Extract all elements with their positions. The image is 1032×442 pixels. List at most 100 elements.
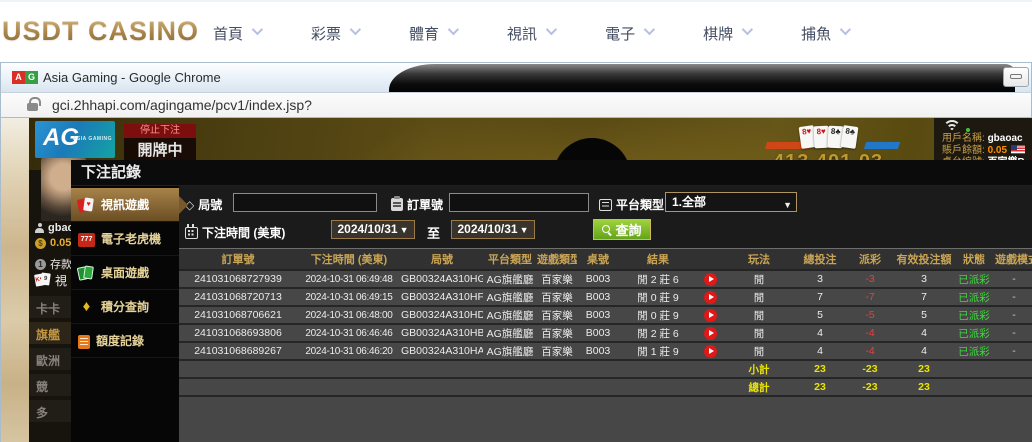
bet-time-label: 下注時間 (美東) xyxy=(185,224,285,241)
menu-item-live-games[interactable]: ♥ 視訊遊戲 xyxy=(71,188,179,222)
bet-table-wrap: 訂單號 下注時間 (美東) 局號 平台類型 遊戲類型 桌號 結果 xyxy=(179,248,1032,442)
nav-item-fishing[interactable]: 捕魚 xyxy=(801,23,848,44)
lobby-item[interactable]: 多 xyxy=(29,400,71,426)
menu-item-points[interactable]: ♦ 積分查詢 xyxy=(71,290,179,324)
person-icon xyxy=(35,223,44,233)
play-icon xyxy=(709,348,714,354)
dealt-cards: 8♥ 8♥ 8♣ 8♣ xyxy=(801,126,857,148)
replay-button[interactable] xyxy=(704,291,717,304)
dropdown-arrow-icon: ▼ xyxy=(520,225,529,235)
table-header-row: 訂單號 下注時間 (美東) 局號 平台類型 遊戲類型 桌號 結果 xyxy=(179,249,1032,270)
menu-item-table-games[interactable]: 桌面遊戲 xyxy=(71,256,179,290)
play-icon xyxy=(709,276,714,282)
replay-button[interactable] xyxy=(704,309,717,322)
lobby-item[interactable]: 卡卡 xyxy=(29,296,71,322)
site-menu: 首頁 彩票 體育 視訊 電子 棋牌 捕魚 xyxy=(213,2,848,64)
table-row: 241031068706621 2024-10-31 06:48:00 GB00… xyxy=(179,306,1032,324)
to-label: 至 xyxy=(427,223,440,242)
wifi-icon xyxy=(942,120,962,132)
bet-record-panel: 下注記錄 ♥ 視訊遊戲 777 電子老虎機 xyxy=(71,160,1032,442)
order-input[interactable] xyxy=(449,193,589,212)
game-status-banner: 停止下注 開牌中 xyxy=(124,124,196,163)
lobby-item[interactable]: 競 xyxy=(29,374,71,400)
search-button[interactable]: 查詢 xyxy=(593,219,651,240)
balance-line: 賬戶餘額: 0.05 xyxy=(942,145,1032,157)
deposit-icon: 1 xyxy=(35,259,46,270)
chevron-down-icon xyxy=(546,24,557,35)
lobby-item[interactable]: 歐洲 xyxy=(29,348,71,374)
table-row: 241031068689267 2024-10-31 06:46:20 GB00… xyxy=(179,342,1032,360)
calendar-icon xyxy=(185,227,198,239)
address-bar[interactable]: gci.2hhapi.com/agingame/pcv1/index.jsp? xyxy=(0,92,1032,118)
chevron-down-icon xyxy=(448,24,459,35)
site-logo: USDT CASINO xyxy=(2,16,199,47)
table-row: 241031068720713 2024-10-31 06:49:15 GB00… xyxy=(179,288,1032,306)
status-badge: 已派彩 xyxy=(953,324,995,342)
platform-select[interactable]: 1.全部▼ xyxy=(665,192,797,212)
search-icon xyxy=(602,225,612,235)
nav-item-live[interactable]: 視訊 xyxy=(507,23,554,44)
menu-item-quota-record[interactable]: 額度記錄 xyxy=(71,324,179,358)
document-icon xyxy=(78,335,90,349)
ag-favicon-icon: A G xyxy=(12,71,38,84)
money-icon: $ xyxy=(35,238,46,249)
ag-logo: AGASIA GAMING xyxy=(35,121,115,158)
playing-card: 8♣ xyxy=(841,125,859,149)
screen: USDT CASINO 首頁 彩票 體育 視訊 電子 棋牌 捕魚 A G Asi… xyxy=(0,0,1032,442)
site-top-nav: USDT CASINO 首頁 彩票 體育 視訊 電子 棋牌 捕魚 xyxy=(0,0,1032,62)
date-to-picker[interactable]: 2024/10/31▼ xyxy=(451,220,535,239)
player-name: gbao xyxy=(35,222,74,234)
table-row: 241031068693806 2024-10-31 06:46:46 GB00… xyxy=(179,324,1032,342)
browser-window: A G Asia Gaming - Google Chrome gci.2hha… xyxy=(0,62,1032,442)
chevron-down-icon xyxy=(644,24,655,35)
panel-title: 下注記錄 xyxy=(71,160,1032,186)
menu-item-slots[interactable]: 777 電子老虎機 xyxy=(71,222,179,256)
url-text[interactable]: gci.2hhapi.com/agingame/pcv1/index.jsp? xyxy=(52,97,312,113)
nav-item-sports[interactable]: 體育 xyxy=(409,23,456,44)
minimize-button[interactable] xyxy=(1003,67,1029,87)
status-badge: 已派彩 xyxy=(953,288,995,306)
status-badge: 已派彩 xyxy=(953,270,995,288)
round-input[interactable] xyxy=(233,193,377,212)
platform-label: 平台類型 xyxy=(599,196,664,213)
replay-button[interactable] xyxy=(704,327,717,340)
nav-item-slots[interactable]: 電子 xyxy=(605,23,652,44)
play-icon xyxy=(709,330,714,336)
play-icon xyxy=(709,312,714,318)
diamond-icon: ♦ xyxy=(78,299,95,315)
us-flag-icon xyxy=(1011,145,1025,154)
total-row: 總計 23 -23 23 xyxy=(179,378,1032,396)
replay-button[interactable] xyxy=(704,273,717,286)
clipboard-icon xyxy=(391,198,403,211)
player-balance: $0.05 xyxy=(35,237,71,249)
dropdown-arrow-icon: ▼ xyxy=(400,225,409,235)
panel-content: ◇局號 訂單號 平台類型 1.全部▼ 下注時間 (美東) 2024/10/31▼… xyxy=(179,186,1032,442)
lock-icon xyxy=(27,103,38,111)
date-from-picker[interactable]: 2024/10/31▼ xyxy=(331,220,415,239)
replay-button[interactable] xyxy=(704,345,717,358)
minimize-icon xyxy=(1010,74,1022,79)
chevron-down-icon xyxy=(252,24,263,35)
player-bar xyxy=(864,142,900,149)
filter-bar: ◇局號 訂單號 平台類型 1.全部▼ 下注時間 (美東) 2024/10/31▼… xyxy=(179,186,1032,248)
video-tab[interactable]: K♥9視 xyxy=(35,272,67,289)
deposit-link[interactable]: 1存款 xyxy=(35,256,72,272)
table-row: 241031068727939 2024-10-31 06:49:48 GB00… xyxy=(179,270,1032,288)
status-badge: 已派彩 xyxy=(953,306,995,324)
bet-table: 訂單號 下注時間 (美東) 局號 平台類型 遊戲類型 桌號 結果 xyxy=(179,249,1032,397)
nav-item-boardgames[interactable]: 棋牌 xyxy=(703,23,750,44)
round-label: ◇局號 xyxy=(185,196,222,213)
chevron-down-icon xyxy=(840,24,851,35)
chevron-down-icon xyxy=(350,24,361,35)
nav-item-lottery[interactable]: 彩票 xyxy=(311,23,358,44)
titlebar-dark-overlay xyxy=(389,64,1015,92)
status-badge: 已派彩 xyxy=(953,342,995,360)
cards-icon: ♥ xyxy=(78,197,95,213)
nav-item-home[interactable]: 首頁 xyxy=(213,23,260,44)
order-label: 訂單號 xyxy=(391,196,443,213)
chevron-down-icon xyxy=(742,24,753,35)
lobby-item-active[interactable]: 旗艦 xyxy=(29,322,71,348)
lobby-nav: 卡卡 旗艦 歐洲 競 多 xyxy=(29,296,71,426)
browser-titlebar[interactable]: A G Asia Gaming - Google Chrome xyxy=(0,62,1032,92)
page-viewport: 8♥ 8♥ 8♣ 8♣ 413,401.03 AGASIA GAMING 停止下… xyxy=(0,118,1032,442)
